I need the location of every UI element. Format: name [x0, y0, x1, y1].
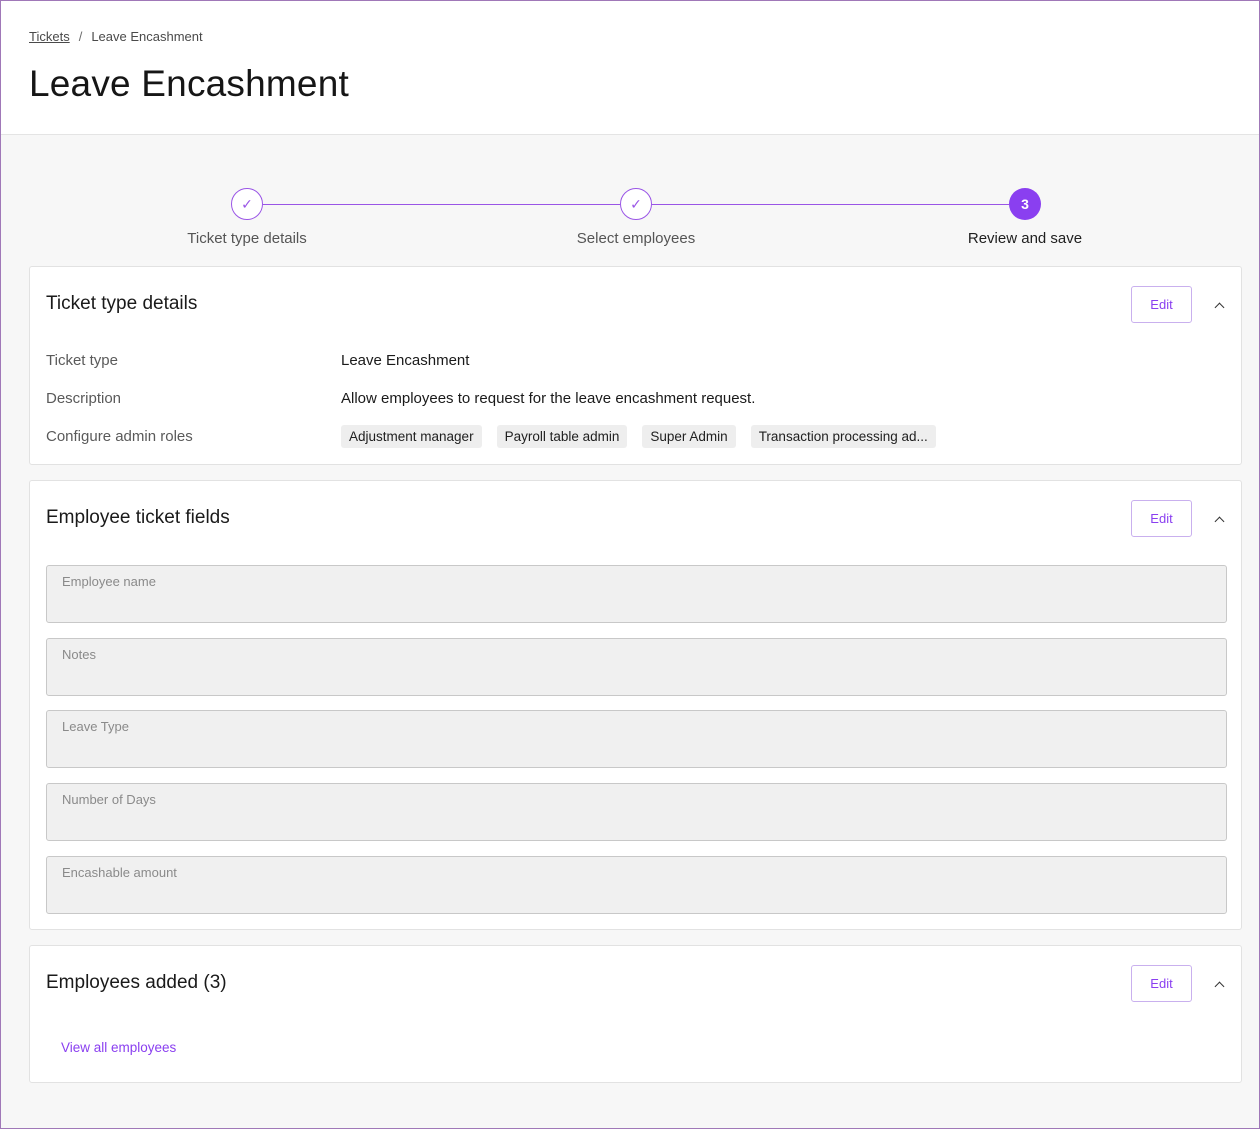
- detail-label: Ticket type: [46, 351, 118, 369]
- field-notes: Notes: [46, 638, 1227, 696]
- step-ticket-type-details[interactable]: ✓ Ticket type details: [147, 187, 347, 247]
- detail-value: Allow employees to request for the leave…: [341, 389, 756, 407]
- view-all-employees-link[interactable]: View all employees: [61, 1040, 176, 1055]
- page-header: Tickets / Leave Encashment Leave Encashm…: [1, 1, 1259, 135]
- field-employee-name: Employee name: [46, 565, 1227, 623]
- card-title: Ticket type details: [46, 293, 198, 314]
- field-label: Leave Type: [62, 719, 129, 734]
- progress-stepper: ✓ Ticket type details ✓ Select employees…: [1, 187, 1259, 247]
- detail-row-ticket-type: Ticket type Leave Encashment: [46, 348, 1225, 372]
- detail-label: Configure admin roles: [46, 427, 193, 445]
- field-label: Number of Days: [62, 792, 156, 807]
- step-label: Select employees: [576, 230, 696, 247]
- detail-row-description: Description Allow employees to request f…: [46, 386, 1225, 410]
- detail-row-admin-roles: Configure admin roles Adjustment manager…: [46, 424, 1225, 448]
- field-label: Encashable amount: [62, 865, 177, 880]
- edit-ticket-details-button[interactable]: Edit: [1131, 286, 1192, 323]
- page-title: Leave Encashment: [29, 63, 349, 104]
- field-label: Employee name: [62, 574, 156, 589]
- step-number: 3: [1009, 188, 1041, 220]
- detail-value: Leave Encashment: [341, 351, 470, 369]
- card-title: Employee ticket fields: [46, 507, 230, 528]
- role-chip: Super Admin: [642, 424, 736, 448]
- breadcrumb: Tickets / Leave Encashment: [29, 29, 203, 44]
- step-label: Review and save: [967, 230, 1083, 247]
- step-select-employees[interactable]: ✓ Select employees: [536, 187, 736, 247]
- employees-added-card: Employees added (3) Edit View all employ…: [29, 945, 1242, 1083]
- breadcrumb-tickets-link[interactable]: Tickets: [29, 29, 70, 44]
- chevron-up-icon[interactable]: [1210, 975, 1228, 993]
- admin-role-chips: Adjustment manager Payroll table admin S…: [341, 424, 936, 448]
- step-review-and-save[interactable]: 3 Review and save: [925, 187, 1125, 247]
- role-chip: Payroll table admin: [496, 424, 628, 448]
- chevron-up-icon[interactable]: [1210, 510, 1228, 528]
- edit-ticket-fields-button[interactable]: Edit: [1131, 500, 1192, 537]
- ticket-type-details-card: Ticket type details Edit Ticket type Lea…: [29, 266, 1242, 465]
- field-label: Notes: [62, 647, 96, 662]
- breadcrumb-separator: /: [78, 29, 83, 44]
- field-leave-type: Leave Type: [46, 710, 1227, 768]
- detail-label: Description: [46, 389, 122, 407]
- card-title: Employees added (3): [46, 972, 227, 993]
- breadcrumb-current: Leave Encashment: [91, 29, 203, 44]
- field-encashable-amount: Encashable amount: [46, 856, 1227, 914]
- step-label: Ticket type details: [187, 230, 307, 247]
- app-frame: Tickets / Leave Encashment Leave Encashm…: [0, 0, 1260, 1129]
- role-chip: Adjustment manager: [341, 424, 482, 448]
- edit-employees-button[interactable]: Edit: [1131, 965, 1192, 1002]
- role-chip: Transaction processing ad...: [750, 424, 936, 448]
- field-number-of-days: Number of Days: [46, 783, 1227, 841]
- check-icon: ✓: [231, 188, 263, 220]
- check-icon: ✓: [620, 188, 652, 220]
- chevron-up-icon[interactable]: [1210, 296, 1228, 314]
- employee-ticket-fields-card: Employee ticket fields Edit Employee nam…: [29, 480, 1242, 930]
